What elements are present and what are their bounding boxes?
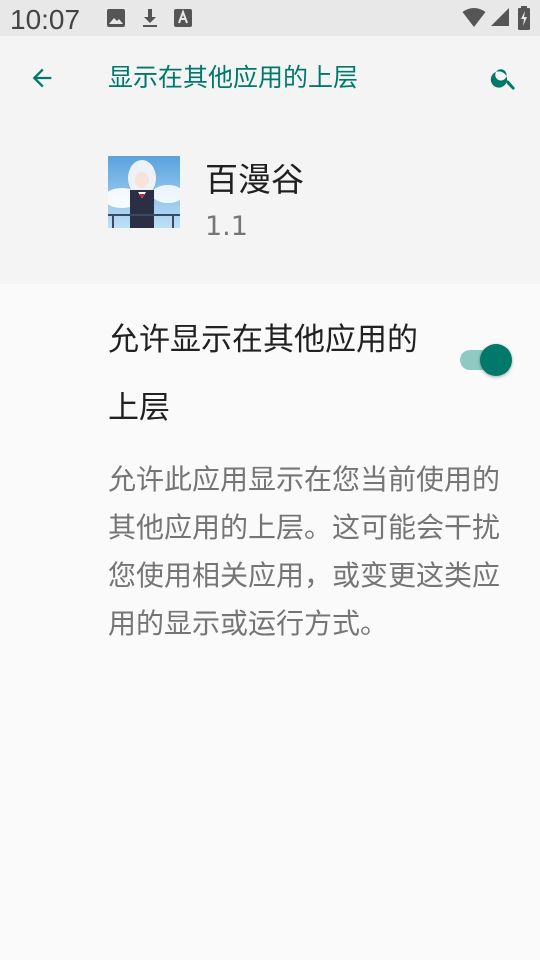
app-header: 百漫谷 1.1 bbox=[0, 148, 540, 284]
battery-charging-icon bbox=[518, 6, 530, 34]
search-icon bbox=[489, 63, 519, 97]
back-button[interactable] bbox=[22, 60, 62, 100]
app-icon bbox=[108, 156, 180, 228]
overlay-permission-switch[interactable] bbox=[460, 344, 512, 378]
app-version: 1.1 bbox=[205, 211, 248, 242]
overlay-permission-row[interactable]: 允许显示在其他应用的上层 bbox=[0, 284, 540, 426]
image-icon bbox=[106, 8, 126, 32]
overlay-permission-label: 允许显示在其他应用的上层 bbox=[108, 322, 418, 426]
app-name: 百漫谷 bbox=[205, 160, 304, 199]
switch-thumb bbox=[480, 344, 512, 376]
overlay-permission-description: 允许此应用显示在您当前使用的其他应用的上层。这可能会干扰您使用相关应用，或变更这… bbox=[108, 463, 501, 640]
signal-icon bbox=[490, 7, 510, 31]
font-icon bbox=[173, 8, 193, 32]
arrow-back-icon bbox=[28, 64, 56, 96]
wifi-icon bbox=[462, 7, 486, 33]
settings-content: 允许显示在其他应用的上层 允许此应用显示在您当前使用的其他应用的上层。这可能会干… bbox=[0, 284, 540, 960]
status-bar: 10:07 bbox=[0, 0, 540, 36]
status-time: 10:07 bbox=[10, 4, 81, 35]
download-icon bbox=[140, 8, 160, 32]
page-title: 显示在其他应用的上层 bbox=[108, 63, 359, 92]
app-bar: 显示在其他应用的上层 百漫谷 1.1 bbox=[0, 36, 540, 284]
search-button[interactable] bbox=[484, 60, 524, 100]
